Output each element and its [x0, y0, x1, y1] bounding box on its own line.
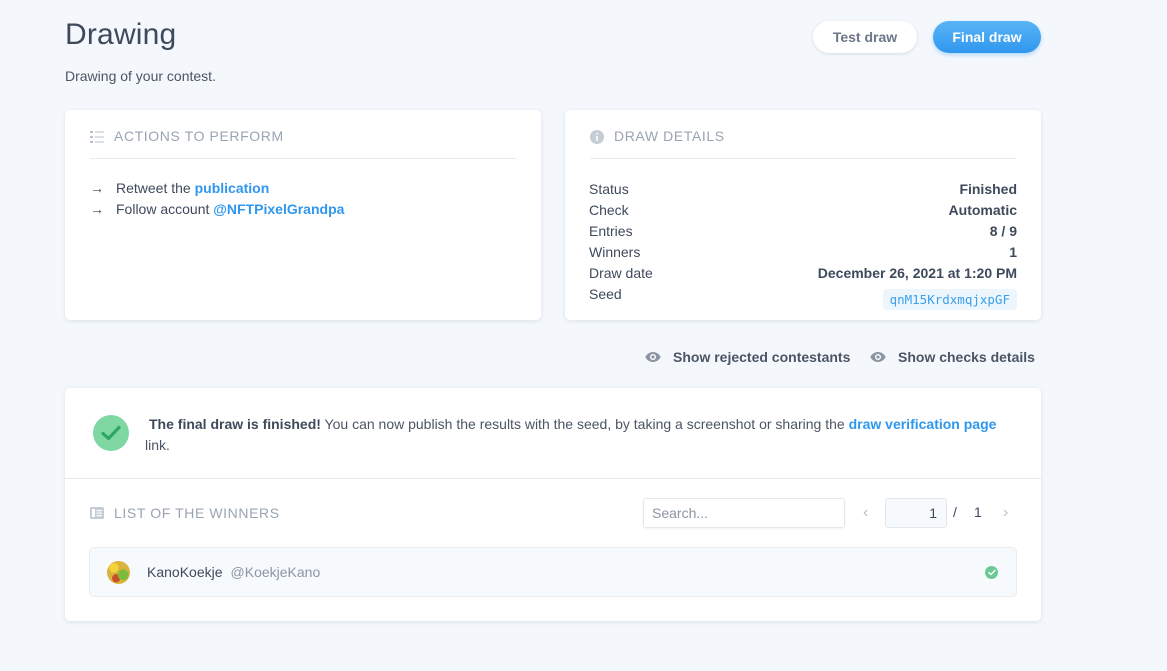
detail-key: Draw date	[589, 264, 653, 281]
detail-value: Finished	[959, 180, 1017, 197]
winners-header: LIST OF THE WINNERS	[90, 505, 280, 521]
success-check-icon	[93, 415, 129, 451]
detail-row-status: Status Finished	[589, 178, 1017, 199]
page-total: 1	[974, 504, 982, 520]
detail-value: 8 / 9	[989, 222, 1017, 239]
success-body: You can now publish the results with the…	[320, 416, 849, 432]
draw-details-card: DRAW DETAILS Status Finished Check Autom…	[565, 110, 1041, 320]
list-icon	[90, 507, 104, 519]
success-title: The final draw is finished!	[149, 416, 321, 432]
draw-details-header: DRAW DETAILS	[590, 128, 1016, 159]
winner-name: KanoKoekje	[147, 564, 223, 580]
actions-card-header: ACTIONS TO PERFORM	[90, 128, 516, 159]
final-draw-button[interactable]: Final draw	[933, 21, 1041, 53]
drawing-page: Drawing Drawing of your contest. Test dr…	[0, 0, 1167, 671]
detail-value: 1	[1009, 243, 1017, 260]
chevron-left-icon[interactable]: ‹	[863, 504, 868, 522]
details-table: Status Finished Check Automatic Entries …	[589, 178, 1017, 310]
verified-check-icon	[985, 566, 998, 579]
detail-key: Check	[589, 201, 629, 218]
detail-key: Entries	[589, 222, 633, 239]
divider	[65, 478, 1041, 479]
detail-key: Seed	[589, 285, 622, 302]
detail-key: Winners	[589, 243, 641, 260]
show-checks-label: Show checks details	[898, 349, 1035, 365]
arrow-right-icon: →	[90, 201, 104, 217]
success-suffix: link.	[145, 437, 170, 453]
actions-card-title: ACTIONS TO PERFORM	[114, 128, 284, 144]
action-text: Retweet the	[116, 180, 191, 196]
page-title: Drawing	[65, 18, 177, 51]
success-message: The final draw is finished! You can now …	[93, 414, 1001, 454]
winner-handle: @KoekjeKano	[230, 564, 321, 580]
detail-row-check: Check Automatic	[589, 199, 1017, 220]
seed-value: qnM15KrdxmqjxpGF	[882, 289, 1017, 310]
success-text: The final draw is finished! You can now …	[145, 414, 997, 454]
action-item: → Retweet the publication	[90, 178, 344, 199]
draw-details-title: DRAW DETAILS	[614, 128, 725, 144]
info-icon	[590, 130, 604, 144]
checklist-icon	[90, 131, 104, 143]
detail-value: December 26, 2021 at 1:20 PM	[817, 264, 1017, 281]
actions-list: → Retweet the publication → Follow accou…	[90, 178, 344, 220]
winners-title: LIST OF THE WINNERS	[114, 505, 280, 521]
draw-verification-link[interactable]: draw verification page	[849, 416, 997, 432]
actions-card: ACTIONS TO PERFORM → Retweet the publica…	[65, 110, 541, 320]
page-separator: /	[953, 504, 957, 520]
show-rejected-contestants-link[interactable]: Show rejected contestants	[645, 349, 850, 365]
publication-link[interactable]: publication	[195, 180, 270, 196]
show-rejected-label: Show rejected contestants	[673, 349, 851, 365]
page-subtitle: Drawing of your contest.	[65, 68, 216, 84]
detail-row-draw-date: Draw date December 26, 2021 at 1:20 PM	[589, 262, 1017, 283]
detail-key: Status	[589, 180, 629, 197]
detail-value: Automatic	[948, 201, 1017, 218]
eye-icon	[645, 352, 661, 362]
chevron-right-icon[interactable]: ›	[1003, 504, 1008, 522]
winner-row[interactable]: KanoKoekje @KoekjeKano	[89, 547, 1017, 597]
winners-search-input[interactable]	[643, 498, 845, 528]
show-checks-details-link[interactable]: Show checks details	[870, 349, 1035, 365]
account-link[interactable]: @NFTPixelGrandpa	[213, 201, 344, 217]
eye-icon	[870, 352, 886, 362]
action-item: → Follow account @NFTPixelGrandpa	[90, 199, 344, 220]
avatar	[107, 560, 130, 584]
arrow-right-icon: →	[90, 180, 104, 196]
detail-row-seed: Seed qnM15KrdxmqjxpGF	[589, 283, 1017, 310]
action-text: Follow account	[116, 201, 210, 217]
detail-row-winners: Winners 1	[589, 241, 1017, 262]
detail-row-entries: Entries 8 / 9	[589, 220, 1017, 241]
page-number-input[interactable]: 1	[885, 498, 947, 528]
test-draw-button[interactable]: Test draw	[813, 21, 917, 53]
draw-result-card: The final draw is finished! You can now …	[65, 388, 1041, 621]
